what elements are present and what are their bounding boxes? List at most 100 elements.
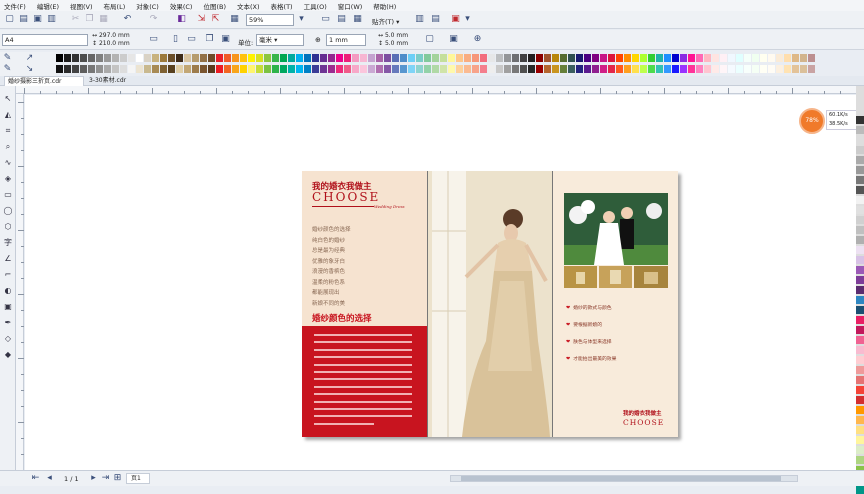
vertical-swatch[interactable] [856,296,864,304]
units-select[interactable]: 毫米 ▾ [256,34,304,46]
palette-swatch[interactable] [344,54,351,62]
palette-swatch[interactable] [136,65,143,73]
snap-to-menu[interactable]: 贴齐(T) ▾ [372,16,399,26]
transform-tool-icon[interactable]: ↘ [24,64,35,75]
print-icon[interactable]: ▥ [46,14,57,25]
arrow-tool-icon[interactable]: ↗ [24,53,35,64]
palette-swatch[interactable] [72,65,79,73]
text-tool-icon[interactable]: 字 [3,238,13,248]
launch-icon[interactable]: ▣ [450,14,461,25]
palette-swatch[interactable] [616,54,623,62]
palette-swatch[interactable] [480,65,487,73]
duplicate-y-field[interactable]: ↕ 5.0 mm [378,40,408,47]
open-file-icon[interactable]: ▤ [18,14,29,25]
palette-swatch[interactable] [632,54,639,62]
palette-swatch[interactable] [248,54,255,62]
palette-swatch[interactable] [256,54,263,62]
palette-swatch[interactable] [600,54,607,62]
copy-icon[interactable]: ❐ [84,14,95,25]
next-page-icon[interactable]: ▸ [88,473,99,484]
palette-swatch[interactable] [176,54,183,62]
freehand-tool-icon[interactable]: ∿ [3,158,13,168]
vertical-swatch[interactable] [856,156,864,164]
save-icon[interactable]: ▣ [32,14,43,25]
palette-swatch[interactable] [176,65,183,73]
palette-swatch[interactable] [336,54,343,62]
palette-swatch[interactable] [736,65,743,73]
page-height-field[interactable]: ↕ 210.0 mm [92,40,130,47]
zoom-tool-icon[interactable]: ⌕ [3,142,13,152]
palette-swatch[interactable] [88,65,95,73]
palette-swatch[interactable] [664,65,671,73]
duplicate-x-field[interactable]: ↔ 5.0 mm [378,32,408,39]
current-page-icon[interactable]: ❐ [204,34,215,45]
palette-swatch[interactable] [104,54,111,62]
palette-swatch[interactable] [288,65,295,73]
page-width-field[interactable]: ↔ 297.0 mm [92,32,130,39]
palette-swatch[interactable] [296,65,303,73]
vertical-swatch[interactable] [856,196,864,204]
menu-item-10[interactable]: 窗口(W) [338,1,363,11]
palette-swatch[interactable] [128,65,135,73]
palette-swatch[interactable] [672,54,679,62]
palette-swatch[interactable] [280,65,287,73]
color-palette[interactable] [56,52,864,76]
palette-swatch[interactable] [264,54,271,62]
application-icon[interactable]: ▤ [430,14,441,25]
vertical-swatch[interactable] [856,326,864,334]
palette-swatch[interactable] [200,65,207,73]
menu-item-8[interactable]: 表格(T) [271,1,293,11]
palette-swatch[interactable] [496,54,503,62]
palette-swatch[interactable] [320,54,327,62]
palette-swatch[interactable] [576,65,583,73]
palette-swatch[interactable] [640,65,647,73]
palette-swatch[interactable] [216,65,223,73]
vertical-swatch[interactable] [856,446,864,454]
palette-swatch[interactable] [648,65,655,73]
palette-swatch[interactable] [88,54,95,62]
palette-swatch[interactable] [464,54,471,62]
palette-swatch[interactable] [496,65,503,73]
palette-swatch[interactable] [800,54,807,62]
palette-swatch[interactable] [680,65,687,73]
palette-swatch[interactable] [320,65,327,73]
vertical-swatch[interactable] [856,396,864,404]
palette-swatch[interactable] [344,65,351,73]
horizontal-scrollbar[interactable] [450,475,798,482]
transparency-tool-icon[interactable]: ▣ [3,302,13,312]
vertical-swatch[interactable] [856,306,864,314]
palette-swatch[interactable] [64,65,71,73]
search-content-icon[interactable]: ◧ [176,14,187,25]
palette-swatch[interactable] [448,65,455,73]
shape-tool-icon[interactable]: ◭ [3,110,13,120]
palette-swatch[interactable] [224,54,231,62]
palette-swatch[interactable] [168,54,175,62]
vertical-ruler[interactable] [16,94,24,470]
parallel-dimension-icon[interactable]: ∠ [3,254,13,264]
menu-item-4[interactable]: 对象(C) [136,1,159,11]
palette-swatch[interactable] [96,54,103,62]
palette-swatch[interactable] [688,65,695,73]
palette-swatch[interactable] [520,65,527,73]
menu-item-6[interactable]: 位图(B) [203,1,226,11]
vertical-swatch[interactable] [856,386,864,394]
palette-swatch[interactable] [376,54,383,62]
palette-swatch[interactable] [472,54,479,62]
palette-swatch[interactable] [304,65,311,73]
palette-swatch[interactable] [104,65,111,73]
right-panel[interactable]: ❤ 婚纱的款式与颜色 ❤ 要根据新娘的 ❤ 肤色与体型来选择 ❤ 才能拍出最美的效果 我的婚衣… [552,171,678,437]
palette-swatch[interactable] [544,54,551,62]
palette-swatch[interactable] [376,65,383,73]
palette-swatch[interactable] [392,54,399,62]
palette-swatch[interactable] [784,54,791,62]
palette-swatch[interactable] [768,65,775,73]
palette-swatch[interactable] [264,65,271,73]
page-options-icon[interactable]: ▣ [448,34,459,45]
treat-as-filled-icon[interactable]: ▢ [424,34,435,45]
palette-swatch[interactable] [648,54,655,62]
palette-swatch[interactable] [120,65,127,73]
palette-swatch[interactable] [352,54,359,62]
palette-swatch[interactable] [608,65,615,73]
menu-item-5[interactable]: 效果(C) [170,1,193,11]
zoom-level-field[interactable]: 59% [246,14,294,26]
